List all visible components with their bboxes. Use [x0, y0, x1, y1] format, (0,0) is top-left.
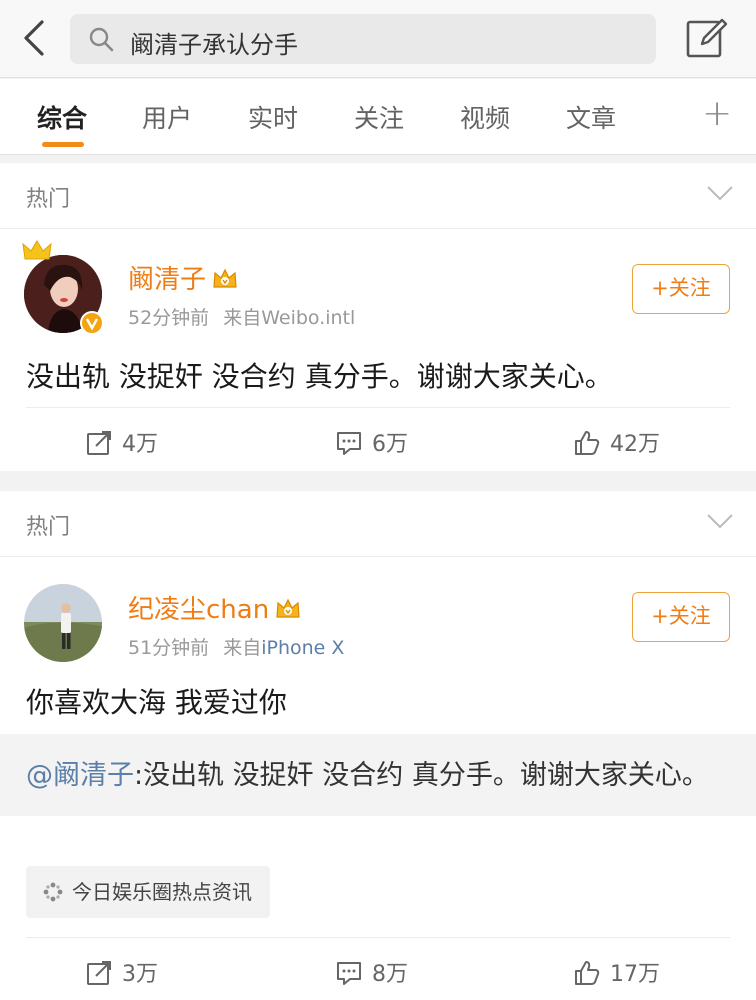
- tab-users[interactable]: 用户: [127, 99, 207, 135]
- tab-all[interactable]: 综合: [22, 99, 102, 135]
- repost-count: 3万: [122, 962, 158, 987]
- follow-button[interactable]: +关注: [632, 264, 730, 314]
- post-username[interactable]: 阚清子: [128, 259, 238, 296]
- post-username[interactable]: 纪凌尘chan: [128, 589, 301, 626]
- like-button[interactable]: 17万: [574, 956, 660, 988]
- chevron-down-icon[interactable]: [706, 183, 734, 203]
- post-time: 51分钟前: [128, 637, 210, 659]
- comment-icon: [337, 432, 361, 455]
- post-meta: 51分钟前 来自iPhone X: [128, 633, 344, 660]
- repost-icon: [87, 961, 111, 985]
- member-crown-icon: [276, 598, 300, 618]
- avatar[interactable]: [24, 584, 102, 662]
- compose-icon[interactable]: [684, 16, 728, 60]
- tab-realtime[interactable]: 实时: [233, 99, 313, 135]
- post-time: 52分钟前: [128, 307, 210, 329]
- quoted-user-mention[interactable]: @阚清子: [26, 760, 134, 791]
- repost-count: 4万: [122, 432, 158, 457]
- section-title: 热门: [26, 187, 71, 212]
- comment-count: 6万: [372, 432, 408, 457]
- like-button[interactable]: 42万: [574, 426, 660, 458]
- repost-button[interactable]: 4万: [86, 426, 158, 458]
- thumbs-up-icon: [575, 961, 600, 985]
- section-header: 热门: [0, 491, 756, 557]
- section-header: 热门: [0, 163, 756, 229]
- post-text: 你喜欢大海 我爱过你: [26, 686, 287, 719]
- tab-following[interactable]: 关注: [339, 99, 419, 135]
- quoted-post[interactable]: @阚清子:没出轨 没捉奸 没合约 真分手。谢谢大家关心。: [0, 734, 756, 816]
- comment-button[interactable]: 6万: [336, 426, 408, 458]
- post-source: Weibo.intl: [261, 307, 356, 329]
- comment-icon: [337, 962, 361, 985]
- like-count: 17万: [610, 962, 660, 987]
- post-text: 没出轨 没捉奸 没合约 真分手。谢谢大家关心。: [26, 360, 613, 393]
- tab-video[interactable]: 视频: [445, 99, 525, 135]
- post-source[interactable]: iPhone X: [261, 637, 344, 659]
- top-bar: 阚清子承认分手: [0, 0, 756, 78]
- avatar-image: [24, 584, 102, 662]
- topic-chip-label: 今日娱乐圈热点资讯: [72, 880, 252, 904]
- thumbs-up-icon: [575, 431, 600, 455]
- comment-button[interactable]: 8万: [336, 956, 408, 988]
- member-crown-icon: [213, 268, 237, 288]
- repost-button[interactable]: 3万: [86, 956, 158, 988]
- search-icon: [89, 27, 114, 52]
- back-arrow-icon[interactable]: [18, 18, 52, 58]
- post-actions: 3万 8万 17万: [26, 937, 730, 1000]
- follow-button[interactable]: +关注: [632, 592, 730, 642]
- comment-count: 8万: [372, 962, 408, 987]
- username-text: 阚清子: [128, 265, 207, 295]
- post-card: 热门 纪凌尘chan 51分钟前 来自iPhone X +关注 你喜欢大海 我爱过…: [0, 491, 756, 1000]
- post-source-prefix: 来自: [223, 637, 262, 659]
- topic-chip[interactable]: 今日娱乐圈热点资讯: [26, 866, 270, 918]
- post-actions: 4万 6万 42万: [26, 407, 730, 471]
- tab-articles[interactable]: 文章: [551, 99, 631, 135]
- post-meta: 52分钟前 来自Weibo.intl: [128, 303, 355, 330]
- search-tabs: 综合 用户 实时 关注 视频 文章 +: [0, 79, 756, 155]
- section-title: 热门: [26, 515, 71, 540]
- username-text: 纪凌尘chan: [128, 595, 270, 625]
- like-count: 42万: [610, 432, 660, 457]
- verified-badge-icon: [80, 311, 104, 335]
- post-card: 热门 阚清子 52分钟前 来自Weibo.intl +关注 没出轨 没捉奸 没合约…: [0, 163, 756, 471]
- quoted-text: :没出轨 没捉奸 没合约 真分手。谢谢大家关心。: [134, 760, 709, 791]
- search-input[interactable]: 阚清子承认分手: [70, 14, 656, 64]
- active-tab-indicator: [42, 142, 84, 147]
- repost-icon: [87, 431, 111, 455]
- crown-icon: [22, 240, 52, 260]
- search-query: 阚清子承认分手: [130, 31, 298, 59]
- post-source-prefix: 来自: [223, 307, 262, 329]
- chevron-down-icon[interactable]: [706, 511, 734, 531]
- sparkle-icon: [43, 882, 63, 902]
- tab-more-button[interactable]: +: [702, 93, 732, 134]
